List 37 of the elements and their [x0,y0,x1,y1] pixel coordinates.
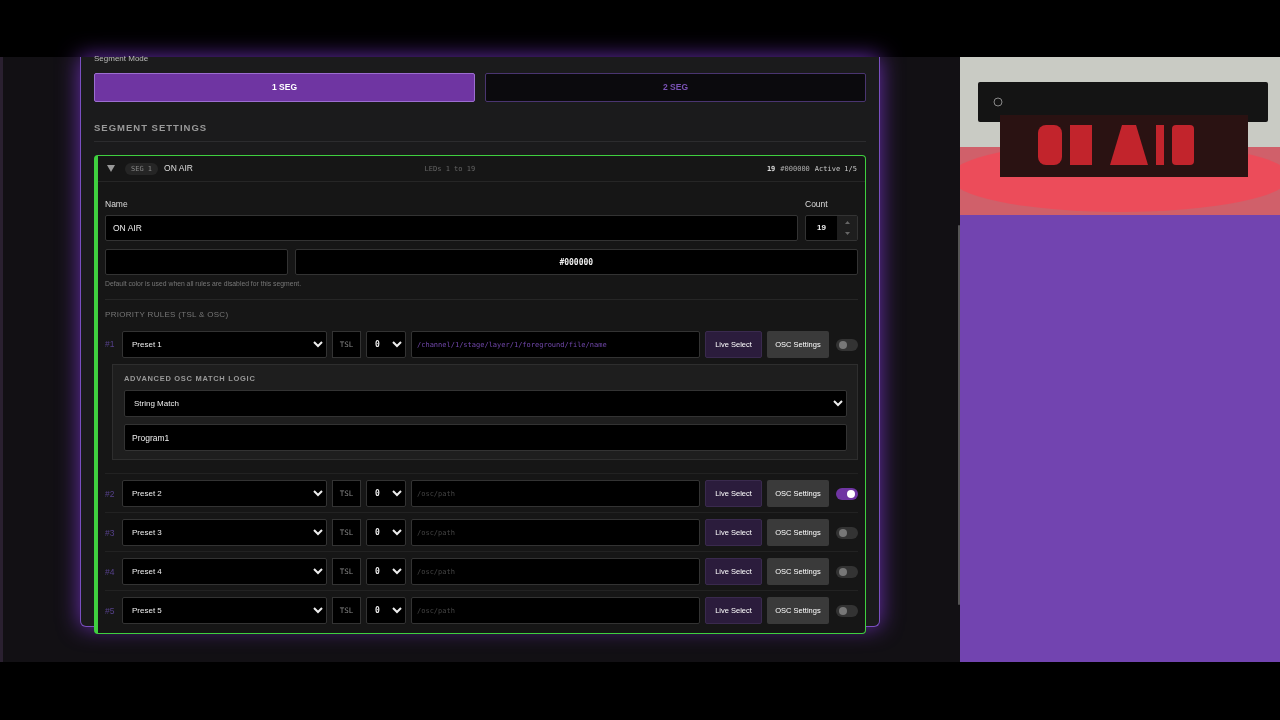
stepper-icon[interactable] [844,220,850,236]
count-field[interactable]: 19 [805,215,858,241]
toggle-switch[interactable] [836,338,858,351]
rule-number: #5 [105,604,116,618]
preset-select[interactable]: Preset 2 [122,480,327,508]
mode-tab[interactable]: 2 SEG [485,73,866,102]
toggle-switch[interactable] [836,565,858,578]
match-mode-select[interactable]: String Match [124,390,847,418]
channel-select[interactable]: 0 [366,480,406,508]
scrollbar[interactable] [958,225,960,605]
section-title: SEGMENT SETTINGS [94,121,209,135]
match-value-field[interactable]: Program1 [124,424,847,452]
rule-number: #4 [105,565,116,579]
channel-select[interactable]: 0 [366,597,406,625]
collapse-caret-icon[interactable] [107,165,115,173]
field-label: Name [105,198,129,211]
name-field[interactable]: ON AIR [105,215,798,241]
color-field[interactable]: #000000 [294,249,858,275]
channel-select[interactable]: 0 [366,558,406,586]
rule-number: #2 [105,487,116,501]
toggle-switch[interactable] [836,526,858,539]
preset-select[interactable]: Preset 5 [122,597,327,625]
rule-number: #3 [105,526,116,540]
toggle-switch[interactable] [836,604,858,617]
rule-number: #1 [105,338,116,352]
preset-select[interactable]: Preset 1 [122,331,327,359]
preset-select[interactable]: Preset 4 [122,558,327,586]
rules-title: PRIORITY RULES (TSL & OSC) [105,299,858,322]
channel-select[interactable]: 0 [366,519,406,547]
toggle-switch[interactable] [836,487,858,500]
color-swatch[interactable] [105,249,288,275]
preset-select[interactable]: Preset 3 [122,519,327,547]
channel-select[interactable]: 0 [366,331,406,359]
field-label: Segment Mode [94,55,150,65]
segment-name: ON AIR [164,162,193,176]
mode-tab[interactable]: 1 SEG [94,73,475,102]
field-label: Count [805,198,829,211]
